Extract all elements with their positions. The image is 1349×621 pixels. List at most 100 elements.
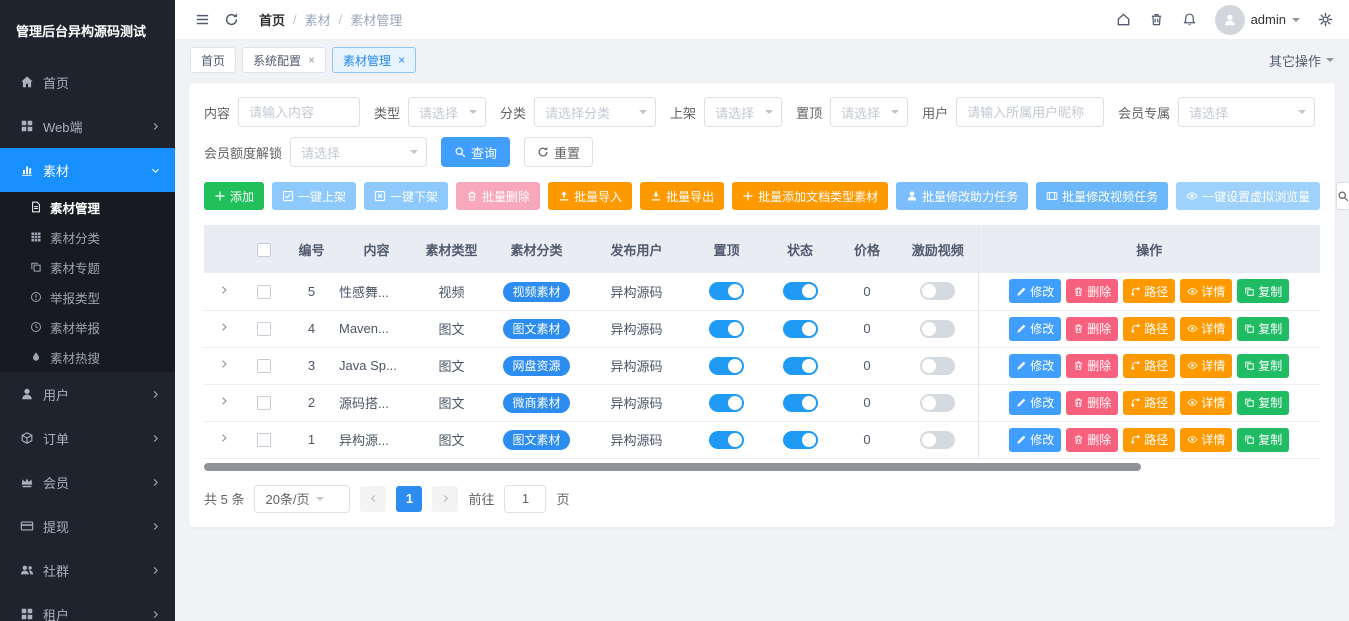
copy-button[interactable]: 复制 [1237,354,1289,378]
detail-button[interactable]: 详情 [1180,354,1232,378]
search-button[interactable]: 查询 [441,137,510,167]
copy-button[interactable]: 复制 [1237,428,1289,452]
quota-select[interactable]: 请选择 [290,137,427,167]
status-toggle[interactable] [783,320,818,338]
delete-button[interactable]: 删除 [1066,428,1118,452]
collapse-sidebar-button[interactable] [195,12,210,27]
home-button[interactable] [1116,12,1131,27]
settings-button[interactable] [1318,12,1333,27]
bulk-onsale-button[interactable]: 一键上架 [272,182,356,210]
sidebar-subitem-material-manage[interactable]: 素材管理 [0,192,175,222]
more-operations-dropdown[interactable]: 其它操作 [1269,51,1334,70]
onsale-select[interactable]: 请选择 [704,97,782,127]
copy-button[interactable]: 复制 [1237,317,1289,341]
add-button[interactable]: 添加 [204,182,264,210]
tab-home[interactable]: 首页 [190,47,236,73]
sidebar-subitem-report-type[interactable]: 举报类型 [0,282,175,312]
top-toggle[interactable] [709,282,744,300]
top-select[interactable]: 请选择 [830,97,908,127]
bulk-export-button[interactable]: 批量导出 [640,182,724,210]
expand-row-button[interactable] [218,321,230,333]
reward-video-toggle[interactable] [920,320,955,338]
delete-button[interactable]: 删除 [1066,354,1118,378]
row-checkbox[interactable] [257,396,271,410]
sidebar-item-member[interactable]: 会员 [0,460,175,504]
reset-button[interactable]: 重置 [524,137,593,167]
breadcrumb-material[interactable]: 素材 [305,10,331,29]
table-search-button[interactable] [1336,182,1349,210]
goto-page-input[interactable] [504,485,546,513]
expand-row-button[interactable] [218,284,230,296]
sidebar-item-web[interactable]: Web端 [0,104,175,148]
breadcrumb-home[interactable]: 首页 [259,10,285,29]
detail-button[interactable]: 详情 [1180,428,1232,452]
sidebar-subitem-material-hot[interactable]: 素材热搜 [0,342,175,372]
expand-row-button[interactable] [218,358,230,370]
next-page-button[interactable] [432,486,458,512]
sidebar-subitem-material-topic[interactable]: 素材专题 [0,252,175,282]
delete-button[interactable]: 删除 [1066,391,1118,415]
sidebar-item-material[interactable]: 素材 [0,148,175,192]
copy-button[interactable]: 复制 [1237,391,1289,415]
path-button[interactable]: 路径 [1123,428,1175,452]
user-menu[interactable]: admin [1215,5,1300,35]
sidebar-item-home[interactable]: 首页 [0,60,175,104]
bulk-offsale-button[interactable]: 一键下架 [364,182,448,210]
member-select[interactable]: 请选择 [1178,97,1315,127]
edit-button[interactable]: 修改 [1009,354,1061,378]
top-toggle[interactable] [709,357,744,375]
sidebar-item-tenant[interactable]: 租户 [0,592,175,621]
tab-material-manage[interactable]: 素材管理 × [332,47,416,73]
type-select[interactable]: 请选择 [408,97,486,127]
delete-button[interactable]: 删除 [1066,279,1118,303]
detail-button[interactable]: 详情 [1180,317,1232,341]
row-checkbox[interactable] [257,359,271,373]
status-toggle[interactable] [783,431,818,449]
bulk-edit-video-task-button[interactable]: 批量修改视频任务 [1036,182,1168,210]
reward-video-toggle[interactable] [920,282,955,300]
copy-button[interactable]: 复制 [1237,279,1289,303]
bulk-add-doc-material-button[interactable]: 批量添加文档类型素材 [732,182,888,210]
sidebar-subitem-material-report[interactable]: 素材举报 [0,312,175,342]
detail-button[interactable]: 详情 [1180,391,1232,415]
status-toggle[interactable] [783,282,818,300]
set-virtual-views-button[interactable]: 一键设置虚拟浏览量 [1176,182,1320,210]
delete-button[interactable]: 删除 [1066,317,1118,341]
scrollbar-thumb[interactable] [204,463,1141,471]
user-nickname-input[interactable] [956,97,1104,127]
edit-button[interactable]: 修改 [1009,391,1061,415]
top-toggle[interactable] [709,431,744,449]
sidebar-subitem-material-category[interactable]: 素材分类 [0,222,175,252]
edit-button[interactable]: 修改 [1009,317,1061,341]
sidebar-item-user[interactable]: 用户 [0,372,175,416]
category-select[interactable]: 请选择分类 [534,97,656,127]
page-number[interactable]: 1 [396,486,422,512]
detail-button[interactable]: 详情 [1180,279,1232,303]
refresh-page-button[interactable] [224,12,239,27]
clear-cache-button[interactable] [1149,12,1164,27]
path-button[interactable]: 路径 [1123,354,1175,378]
expand-row-button[interactable] [218,395,230,407]
bulk-edit-assist-task-button[interactable]: 批量修改助力任务 [896,182,1028,210]
close-icon[interactable]: × [308,54,315,66]
row-checkbox[interactable] [257,322,271,336]
prev-page-button[interactable] [360,486,386,512]
sidebar-item-withdraw[interactable]: 提现 [0,504,175,548]
page-size-select[interactable]: 20条/页 [254,485,350,513]
row-checkbox[interactable] [257,285,271,299]
status-toggle[interactable] [783,394,818,412]
reward-video-toggle[interactable] [920,431,955,449]
bulk-delete-button[interactable]: 批量删除 [456,182,540,210]
close-icon[interactable]: × [398,54,405,66]
notifications-button[interactable] [1182,12,1197,27]
reward-video-toggle[interactable] [920,357,955,375]
reward-video-toggle[interactable] [920,394,955,412]
expand-row-button[interactable] [218,432,230,444]
top-toggle[interactable] [709,394,744,412]
path-button[interactable]: 路径 [1123,317,1175,341]
path-button[interactable]: 路径 [1123,391,1175,415]
row-checkbox[interactable] [257,433,271,447]
sidebar-item-community[interactable]: 社群 [0,548,175,592]
select-all-checkbox[interactable] [257,243,271,257]
tab-system-config[interactable]: 系统配置 × [242,47,326,73]
